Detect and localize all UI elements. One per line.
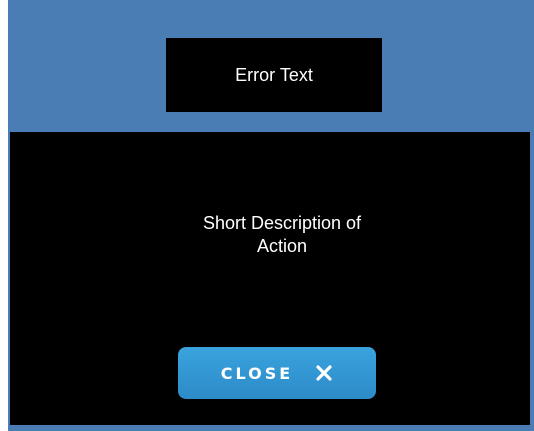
close-button-label: CLOSE (220, 363, 294, 383)
description-line-1: Short Description of (202, 213, 362, 233)
action-description: Short Description of Action (10, 212, 534, 258)
error-dialog: Error Text Short Description of Action C… (8, 0, 534, 431)
dialog-header: Error Text (8, 0, 534, 132)
close-icon (316, 365, 332, 381)
error-title: Error Text (235, 64, 313, 85)
error-title-box: Error Text (166, 38, 382, 112)
dialog-bottom-border (8, 425, 534, 431)
dialog-body: Short Description of Action CLOSE (10, 132, 530, 425)
close-button[interactable]: CLOSE (178, 347, 376, 399)
description-line-2: Action (256, 236, 308, 256)
